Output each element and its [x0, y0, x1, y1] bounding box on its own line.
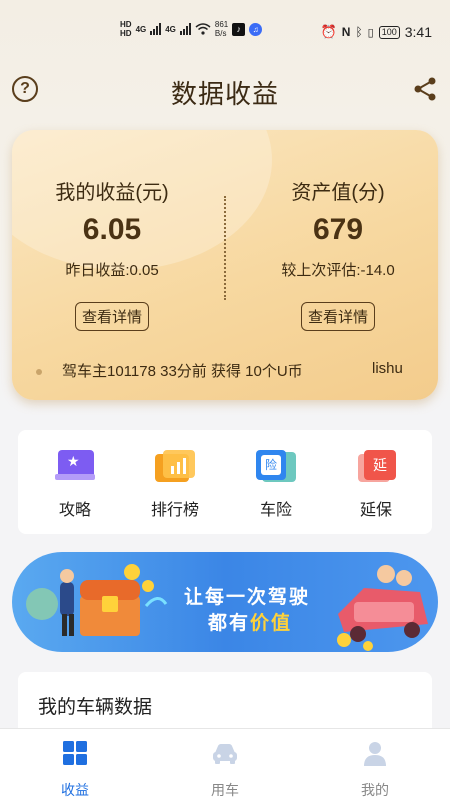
car-icon	[213, 744, 237, 764]
vibrate-icon: ▯	[367, 26, 374, 39]
net-speed-unit: B/s	[214, 29, 227, 38]
net-speed-value: 861	[214, 20, 229, 29]
insurance-icon-text: 险	[261, 455, 281, 475]
status-right: ⏰ N ᛒ ▯ 100 3:41	[321, 24, 432, 40]
hd-indicator-2: HD	[120, 29, 132, 38]
net-speed: 861 B/s	[215, 20, 228, 38]
hd-indicator-1: HD	[120, 20, 132, 29]
quick-label-warranty: 延保	[359, 502, 392, 519]
card-divider	[224, 196, 226, 300]
income-detail-button[interactable]: 查看详情	[74, 302, 149, 331]
signal-icon-2	[179, 23, 191, 35]
wifi-icon	[195, 23, 211, 35]
network-type-2: 4G	[165, 24, 176, 34]
quick-label-ranking: 排行榜	[150, 502, 199, 519]
music-icon: ♫	[249, 22, 263, 36]
asset-detail-button[interactable]: 查看详情	[300, 302, 375, 331]
share-icon[interactable]	[412, 76, 438, 102]
nav-tab-mine[interactable]: 我的	[300, 739, 450, 800]
income-label: 我的收益(元)	[55, 182, 169, 204]
tiktok-icon: ♪	[232, 22, 246, 36]
quick-label-insurance: 车险	[259, 502, 292, 519]
income-column: 我的收益(元) 6.05 昨日收益:0.05 查看详情	[12, 176, 212, 331]
ranking-chart-icon	[155, 450, 195, 484]
ticker-text-next: lishu	[372, 360, 403, 377]
quick-item-insurance[interactable]: 险 车险	[224, 450, 328, 520]
banner-line2-prefix: 都有	[208, 613, 251, 634]
warranty-icon-text: 延	[364, 450, 396, 480]
quick-label-guide: 攻略	[58, 502, 91, 519]
ticker-text: 驾车主101178 33分前 获得 10个U币	[62, 363, 303, 380]
bottom-nav: 收益 用车 我的	[0, 728, 450, 800]
asset-change: 较上次评估:-14.0	[281, 262, 395, 279]
app-header: ? 数据收益	[0, 68, 450, 112]
network-type-1: 4G	[135, 24, 147, 34]
clock: 3:41	[404, 24, 432, 40]
income-value: 6.05	[82, 213, 142, 246]
reward-ticker: 驾车主101178 33分前 获得 10个U币 lishu	[12, 358, 438, 398]
bluetooth-icon: ᛒ	[355, 25, 363, 39]
guide-star-icon: ★	[55, 450, 95, 484]
asset-label: 资产值(分)	[291, 182, 385, 204]
treasure-chest-illustration	[26, 564, 168, 636]
nav-tab-car[interactable]: 用车	[150, 739, 300, 800]
car-illustration	[337, 565, 428, 651]
yesterday-income: 昨日收益:0.05	[65, 262, 159, 279]
promo-banner[interactable]: 让每一次驾驶 都有价值	[12, 552, 438, 652]
nav-label-car: 用车	[211, 782, 239, 798]
quick-menu: ★ 攻略 排行榜 险 车险 延 延保	[18, 430, 432, 534]
banner-line1: 让每一次驾驶	[184, 587, 311, 608]
status-bar: HD HD 4G 4G 861 B/s ♪ ♫ ⏰ N ᛒ ▯ 100 3:41	[0, 0, 450, 64]
banner-line2: 都有价值	[208, 608, 292, 635]
battery-indicator: 100	[378, 25, 400, 39]
nav-label-earnings: 收益	[61, 782, 89, 798]
status-left: HD HD 4G 4G 861 B/s ♪ ♫	[120, 20, 263, 38]
nav-label-mine: 我的	[361, 782, 389, 798]
page-title: 数据收益	[170, 79, 279, 109]
user-icon	[364, 742, 386, 766]
banner-line2-highlight: 价值	[250, 613, 293, 634]
signal-icon	[150, 23, 162, 35]
alarm-icon: ⏰	[320, 24, 337, 39]
vehicle-data-title: 我的车辆数据	[38, 697, 153, 718]
asset-value: 679	[312, 213, 364, 246]
nav-tab-earnings[interactable]: 收益	[0, 739, 150, 800]
quick-item-warranty[interactable]: 延 延保	[324, 450, 428, 520]
asset-column: 资产值(分) 679 较上次评估:-14.0 查看详情	[238, 176, 438, 331]
ticker-dot	[36, 369, 42, 375]
quick-item-guide[interactable]: ★ 攻略	[23, 450, 127, 520]
grid-icon	[63, 741, 87, 765]
earnings-card: 我的收益(元) 6.05 昨日收益:0.05 查看详情 资产值(分) 679 较…	[12, 130, 438, 400]
warranty-icon: 延	[356, 450, 396, 484]
nfc-icon: N	[341, 25, 351, 39]
insurance-icon: 险	[256, 450, 296, 484]
quick-item-ranking[interactable]: 排行榜	[123, 450, 227, 520]
